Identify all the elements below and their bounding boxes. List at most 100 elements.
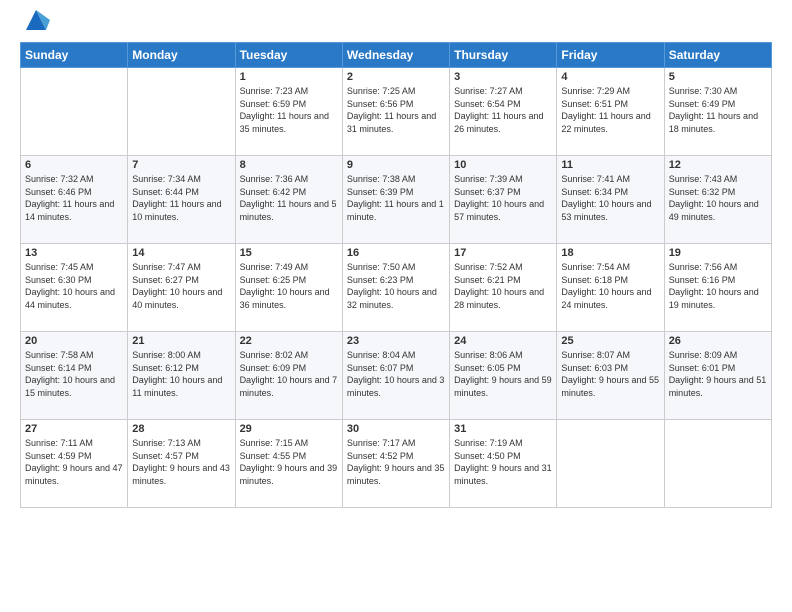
day-cell: 14Sunrise: 7:47 AMSunset: 6:27 PMDayligh… bbox=[128, 244, 235, 332]
sunset-text: Sunset: 6:46 PM bbox=[25, 186, 123, 199]
week-row-2: 13Sunrise: 7:45 AMSunset: 6:30 PMDayligh… bbox=[21, 244, 772, 332]
sunrise-text: Sunrise: 7:45 AM bbox=[25, 261, 123, 274]
daylight-text: Daylight: 10 hours and 32 minutes. bbox=[347, 286, 445, 311]
daylight-text: Daylight: 11 hours and 18 minutes. bbox=[669, 110, 767, 135]
day-number: 29 bbox=[240, 423, 338, 435]
sunrise-text: Sunrise: 8:07 AM bbox=[561, 349, 659, 362]
sunset-text: Sunset: 4:52 PM bbox=[347, 450, 445, 463]
sunrise-text: Sunrise: 7:38 AM bbox=[347, 173, 445, 186]
day-number: 27 bbox=[25, 423, 123, 435]
daylight-text: Daylight: 9 hours and 59 minutes. bbox=[454, 374, 552, 399]
day-number: 24 bbox=[454, 335, 552, 347]
sunset-text: Sunset: 6:27 PM bbox=[132, 274, 230, 287]
sunrise-text: Sunrise: 7:19 AM bbox=[454, 437, 552, 450]
day-cell: 10Sunrise: 7:39 AMSunset: 6:37 PMDayligh… bbox=[450, 156, 557, 244]
sunrise-text: Sunrise: 7:17 AM bbox=[347, 437, 445, 450]
day-number: 3 bbox=[454, 71, 552, 83]
daylight-text: Daylight: 11 hours and 31 minutes. bbox=[347, 110, 445, 135]
day-info: Sunrise: 7:36 AMSunset: 6:42 PMDaylight:… bbox=[240, 173, 338, 223]
sunset-text: Sunset: 4:55 PM bbox=[240, 450, 338, 463]
day-info: Sunrise: 7:32 AMSunset: 6:46 PMDaylight:… bbox=[25, 173, 123, 223]
day-number: 7 bbox=[132, 159, 230, 171]
sunset-text: Sunset: 6:18 PM bbox=[561, 274, 659, 287]
day-cell bbox=[21, 68, 128, 156]
daylight-text: Daylight: 10 hours and 24 minutes. bbox=[561, 286, 659, 311]
day-info: Sunrise: 8:06 AMSunset: 6:05 PMDaylight:… bbox=[454, 349, 552, 399]
day-info: Sunrise: 7:49 AMSunset: 6:25 PMDaylight:… bbox=[240, 261, 338, 311]
week-row-4: 27 Sunrise: 7:11 AMSunset: 4:59 PMDayligh… bbox=[21, 420, 772, 508]
week-row-3: 20Sunrise: 7:58 AMSunset: 6:14 PMDayligh… bbox=[21, 332, 772, 420]
col-thursday: Thursday bbox=[450, 43, 557, 68]
sunset-text: Sunset: 6:49 PM bbox=[669, 98, 767, 111]
sunrise-text: Sunrise: 7:34 AM bbox=[132, 173, 230, 186]
day-cell: 18Sunrise: 7:54 AMSunset: 6:18 PMDayligh… bbox=[557, 244, 664, 332]
day-cell: 31 Sunrise: 7:19 AMSunset: 4:50 PMDayligh… bbox=[450, 420, 557, 508]
day-header-row: Sunday Monday Tuesday Wednesday Thursday… bbox=[21, 43, 772, 68]
daylight-text: Daylight: 11 hours and 35 minutes. bbox=[240, 110, 338, 135]
sunset-text: Sunset: 6:39 PM bbox=[347, 186, 445, 199]
day-cell bbox=[557, 420, 664, 508]
day-cell: 29Sunrise: 7:15 AMSunset: 4:55 PMDayligh… bbox=[235, 420, 342, 508]
sunset-text: Sunset: 6:09 PM bbox=[240, 362, 338, 375]
sunrise-text: Sunrise: 7:49 AM bbox=[240, 261, 338, 274]
day-number: 9 bbox=[347, 159, 445, 171]
day-info: Sunrise: 8:07 AMSunset: 6:03 PMDaylight:… bbox=[561, 349, 659, 399]
day-info: Sunrise: 7:39 AMSunset: 6:37 PMDaylight:… bbox=[454, 173, 552, 223]
daylight-text: Daylight: 10 hours and 40 minutes. bbox=[132, 286, 230, 311]
sunrise-text: Sunrise: 7:36 AM bbox=[240, 173, 338, 186]
daylight-text: Daylight: 11 hours and 22 minutes. bbox=[561, 110, 659, 135]
sunrise-text: Sunrise: 7:47 AM bbox=[132, 261, 230, 274]
day-cell: 27 Sunrise: 7:11 AMSunset: 4:59 PMDayligh… bbox=[21, 420, 128, 508]
sunrise-text: Sunrise: 7:23 AM bbox=[240, 85, 338, 98]
daylight-text: Daylight: 9 hours and 31 minutes. bbox=[454, 462, 552, 487]
col-friday: Friday bbox=[557, 43, 664, 68]
day-cell: 6 Sunrise: 7:32 AMSunset: 6:46 PMDaylight… bbox=[21, 156, 128, 244]
sunrise-text: Sunrise: 7:52 AM bbox=[454, 261, 552, 274]
sunrise-text: Sunrise: 7:41 AM bbox=[561, 173, 659, 186]
col-sunday: Sunday bbox=[21, 43, 128, 68]
daylight-text: Daylight: 10 hours and 36 minutes. bbox=[240, 286, 338, 311]
day-number: 25 bbox=[561, 335, 659, 347]
day-number: 31 bbox=[454, 423, 552, 435]
daylight-text: Daylight: 9 hours and 47 minutes. bbox=[25, 462, 123, 487]
day-info: Sunrise: 7:19 AMSunset: 4:50 PMDaylight:… bbox=[454, 437, 552, 487]
day-cell: 12Sunrise: 7:43 AMSunset: 6:32 PMDayligh… bbox=[664, 156, 771, 244]
day-info: Sunrise: 7:34 AMSunset: 6:44 PMDaylight:… bbox=[132, 173, 230, 223]
day-cell: 11 Sunrise: 7:41 AMSunset: 6:34 PMDayligh… bbox=[557, 156, 664, 244]
day-info: Sunrise: 7:41 AMSunset: 6:34 PMDaylight:… bbox=[561, 173, 659, 223]
sunrise-text: Sunrise: 8:04 AM bbox=[347, 349, 445, 362]
day-number: 21 bbox=[132, 335, 230, 347]
sunrise-text: Sunrise: 7:27 AM bbox=[454, 85, 552, 98]
day-cell: 30Sunrise: 7:17 AMSunset: 4:52 PMDayligh… bbox=[342, 420, 449, 508]
sunrise-text: Sunrise: 7:43 AM bbox=[669, 173, 767, 186]
day-cell: 25 Sunrise: 8:07 AMSunset: 6:03 PMDayligh… bbox=[557, 332, 664, 420]
sunset-text: Sunset: 6:34 PM bbox=[561, 186, 659, 199]
daylight-text: Daylight: 11 hours and 10 minutes. bbox=[132, 198, 230, 223]
sunrise-text: Sunrise: 7:29 AM bbox=[561, 85, 659, 98]
sunset-text: Sunset: 6:59 PM bbox=[240, 98, 338, 111]
day-number: 11 bbox=[561, 159, 659, 171]
sunset-text: Sunset: 6:07 PM bbox=[347, 362, 445, 375]
sunset-text: Sunset: 6:14 PM bbox=[25, 362, 123, 375]
day-cell: 2Sunrise: 7:25 AMSunset: 6:56 PMDaylight… bbox=[342, 68, 449, 156]
sunrise-text: Sunrise: 8:00 AM bbox=[132, 349, 230, 362]
daylight-text: Daylight: 9 hours and 51 minutes. bbox=[669, 374, 767, 399]
day-info: Sunrise: 8:09 AMSunset: 6:01 PMDaylight:… bbox=[669, 349, 767, 399]
calendar-table: Sunday Monday Tuesday Wednesday Thursday… bbox=[20, 42, 772, 508]
page: Sunday Monday Tuesday Wednesday Thursday… bbox=[0, 0, 792, 612]
daylight-text: Daylight: 10 hours and 44 minutes. bbox=[25, 286, 123, 311]
daylight-text: Daylight: 10 hours and 28 minutes. bbox=[454, 286, 552, 311]
day-info: Sunrise: 7:47 AMSunset: 6:27 PMDaylight:… bbox=[132, 261, 230, 311]
day-cell: 4Sunrise: 7:29 AMSunset: 6:51 PMDaylight… bbox=[557, 68, 664, 156]
day-info: Sunrise: 7:38 AMSunset: 6:39 PMDaylight:… bbox=[347, 173, 445, 223]
day-number: 6 bbox=[25, 159, 123, 171]
day-number: 2 bbox=[347, 71, 445, 83]
day-cell: 17Sunrise: 7:52 AMSunset: 6:21 PMDayligh… bbox=[450, 244, 557, 332]
day-number: 5 bbox=[669, 71, 767, 83]
daylight-text: Daylight: 10 hours and 53 minutes. bbox=[561, 198, 659, 223]
day-info: Sunrise: 7:11 AMSunset: 4:59 PMDaylight:… bbox=[25, 437, 123, 487]
day-info: Sunrise: 8:00 AMSunset: 6:12 PMDaylight:… bbox=[132, 349, 230, 399]
day-cell: 9 Sunrise: 7:38 AMSunset: 6:39 PMDaylight… bbox=[342, 156, 449, 244]
day-cell: 1Sunrise: 7:23 AMSunset: 6:59 PMDaylight… bbox=[235, 68, 342, 156]
day-info: Sunrise: 7:50 AMSunset: 6:23 PMDaylight:… bbox=[347, 261, 445, 311]
